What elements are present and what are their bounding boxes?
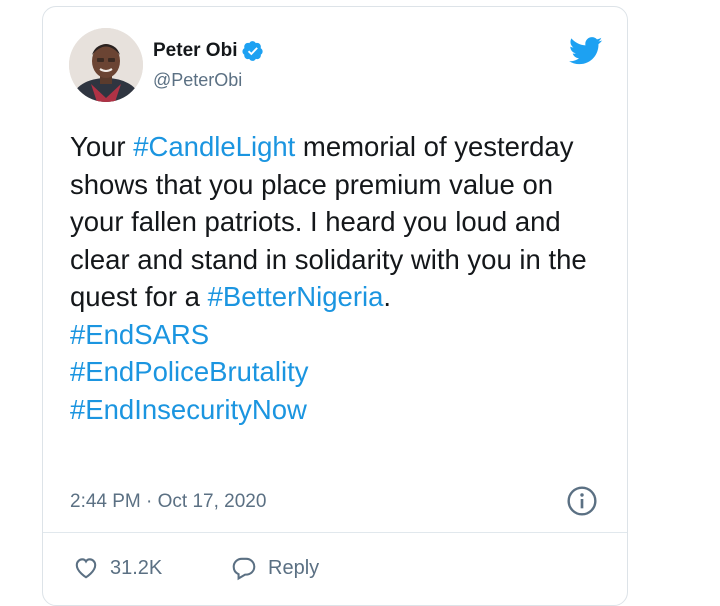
hashtag-link[interactable]: #CandleLight [133,131,295,162]
reply-label: Reply [268,556,320,579]
hashtag-link[interactable]: #EndPoliceBrutality [70,353,610,391]
tweet-timestamp[interactable]: 2:44 PM · Oct 17, 2020 [70,491,266,513]
author-name[interactable]: Peter Obi [153,40,237,62]
heart-icon [75,558,97,579]
hashtag-link[interactable]: #EndInsecurityNow [70,391,610,429]
verified-badge-icon [242,41,264,61]
tweet-text-segment: Your [70,131,134,162]
author-handle[interactable]: @PeterObi [153,70,242,91]
like-count: 31.2K [110,556,163,579]
avatar-photo [69,28,143,102]
hashtag-link[interactable]: #EndSARS [70,316,610,354]
avatar[interactable] [69,28,143,102]
tweet-text: Your #CandleLight memorial of yesterday … [70,128,610,428]
author-name-row: Peter Obi [153,40,264,62]
tweet-card: Peter Obi @PeterObi Your #CandleLight me… [42,6,628,606]
tweet-text-segment: . [383,281,392,312]
hashtag-link[interactable]: #BetterNigeria [208,281,384,312]
reply-button[interactable]: Reply [231,555,319,581]
twitter-bird-icon[interactable] [569,37,603,65]
like-button[interactable]: 31.2K [73,555,162,581]
info-icon[interactable] [566,485,598,517]
reply-bubble-icon [232,557,256,581]
